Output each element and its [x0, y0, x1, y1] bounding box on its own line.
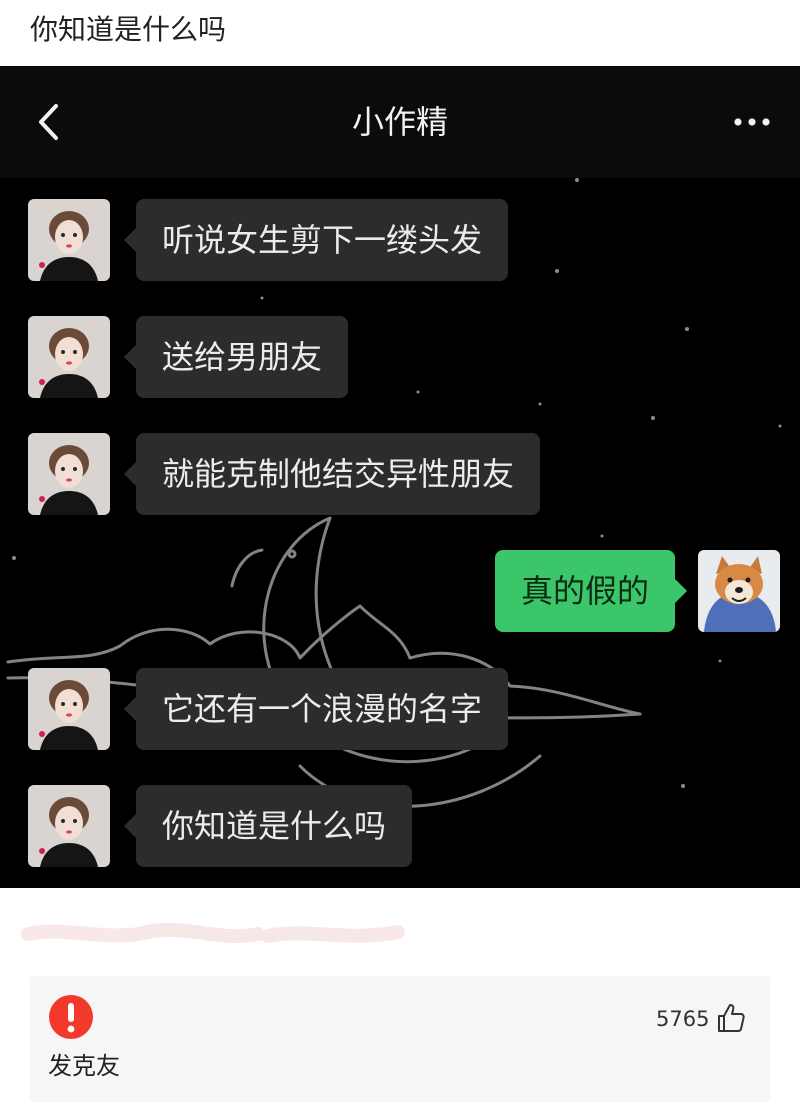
- chat-header: 小作精: [0, 66, 800, 178]
- more-options-button[interactable]: [724, 102, 780, 142]
- message-row: 它还有一个浪漫的名字: [0, 668, 800, 750]
- incoming-message-bubble[interactable]: 就能克制他结交异性朋友: [123, 433, 541, 515]
- incoming-message-bubble[interactable]: 送给男朋友: [123, 316, 349, 398]
- contact-avatar[interactable]: [28, 785, 110, 867]
- contact-avatar[interactable]: [28, 668, 110, 750]
- contact-avatar[interactable]: [28, 199, 110, 281]
- contact-avatar[interactable]: [28, 316, 110, 398]
- incoming-message-bubble[interactable]: 你知道是什么吗: [123, 785, 413, 867]
- like-count: 5765: [656, 1007, 710, 1031]
- contact-avatar[interactable]: [28, 433, 110, 515]
- outgoing-message-bubble[interactable]: 真的假的: [494, 550, 688, 632]
- like-button[interactable]: [716, 1002, 746, 1034]
- girl-avatar-image: [28, 199, 110, 281]
- shiba-dog-avatar-image: [698, 550, 780, 632]
- incoming-message-bubble[interactable]: 它还有一个浪漫的名字: [123, 668, 509, 750]
- chat-screenshot: 小作精 听说女生剪下一缕头发 送给男朋友 就能克制他结交异性朋友 真的假的 它还…: [0, 66, 800, 888]
- girl-avatar-image: [28, 668, 110, 750]
- comment-text: 发克友: [48, 1052, 120, 1080]
- message-row: 真的假的: [0, 550, 800, 632]
- girl-avatar-image: [28, 785, 110, 867]
- thumbs-up-icon: [718, 1004, 745, 1032]
- ellipsis-icon: [734, 118, 770, 126]
- post-title: 你知道是什么吗: [30, 13, 227, 46]
- girl-avatar-image: [28, 316, 110, 398]
- incoming-message-bubble[interactable]: 听说女生剪下一缕头发: [123, 199, 509, 281]
- exclamation-circle-icon: [49, 995, 93, 1039]
- redacted-text-scribble: [21, 922, 405, 944]
- my-avatar[interactable]: [698, 550, 780, 632]
- message-row: 你知道是什么吗: [0, 785, 800, 867]
- message-row: 听说女生剪下一缕头发: [0, 199, 800, 281]
- message-row: 就能克制他结交异性朋友: [0, 433, 800, 515]
- contact-name: 小作精: [351, 103, 448, 141]
- girl-avatar-image: [28, 433, 110, 515]
- top-comment[interactable]: 发克友 5765: [30, 976, 770, 1102]
- message-row: 送给男朋友: [0, 316, 800, 398]
